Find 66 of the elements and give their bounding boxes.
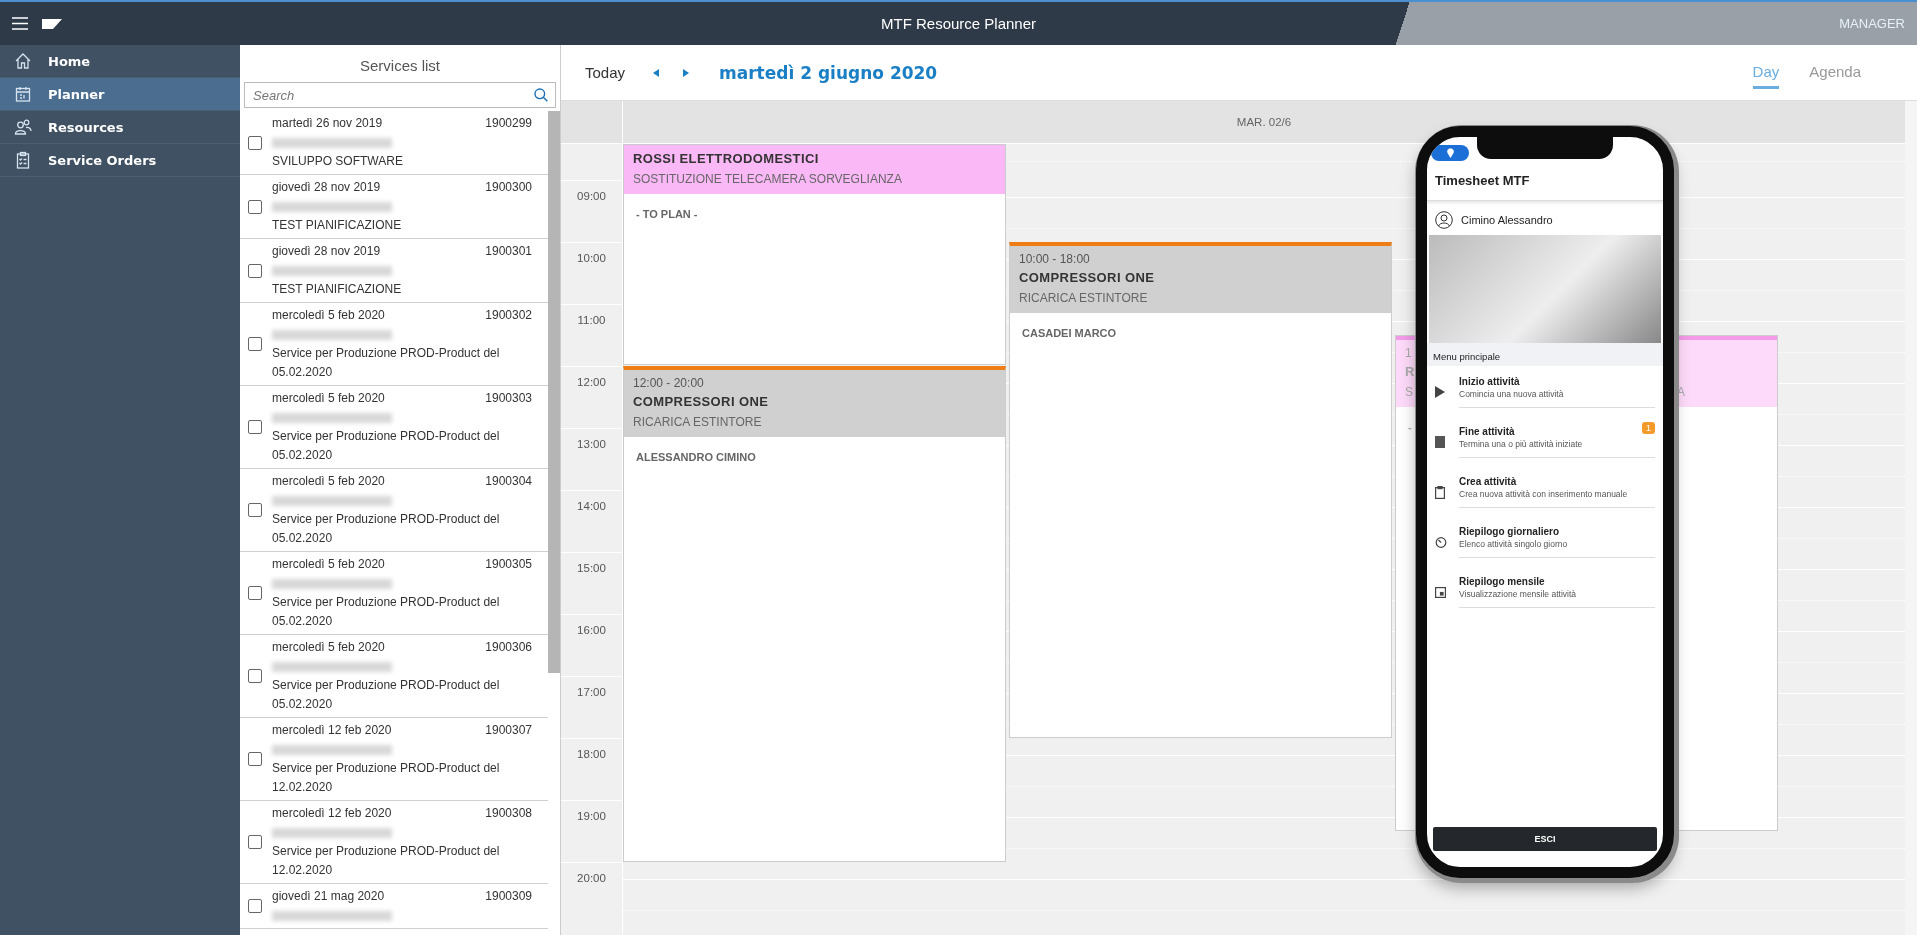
service-date: mercoledì 12 feb 2020 <box>272 805 392 822</box>
event-title: ROSSI ELETTRODOMESTICI <box>633 151 819 166</box>
service-number: 1900300 <box>485 179 532 196</box>
service-description: Service per Produzione PROD-Product del 05.02.2020 <box>272 677 501 713</box>
hour-label: 15:00 <box>577 562 606 574</box>
service-date: mercoledì 5 feb 2020 <box>272 307 385 324</box>
hour-label: 16:00 <box>577 624 606 636</box>
hour-label: 09:00 <box>577 190 606 202</box>
service-number: 1900302 <box>485 307 532 324</box>
service-number: 1900299 <box>485 115 532 132</box>
service-number: 1900309 <box>485 888 532 905</box>
service-number: 1900303 <box>485 390 532 407</box>
service-date: mercoledì 5 feb 2020 <box>272 473 385 490</box>
app-title: MTF Resource Planner <box>880 15 1037 32</box>
service-number: 1900306 <box>485 639 532 656</box>
event-assignee: ALESSANDRO CIMINO <box>636 451 756 463</box>
hour-label: 17:00 <box>577 686 606 698</box>
service-date: giovedì 21 mag 2020 <box>272 888 385 905</box>
menu-title: Menu principale <box>1433 351 1501 362</box>
service-date: martedì 26 nov 2019 <box>272 115 383 132</box>
service-number: 1900304 <box>485 473 532 490</box>
hour-label: 12:00 <box>577 376 606 388</box>
service-description: TEST PIANIFICAZIONE <box>272 281 403 298</box>
panel-title: Services list <box>360 57 440 74</box>
hour-label: 19:00 <box>577 810 606 822</box>
service-number: 1900307 <box>485 722 532 739</box>
app-title: Timesheet MTF <box>1435 173 1530 188</box>
service-description: Service per Produzione PROD-Product del 05.02.2020 <box>272 594 501 630</box>
service-date: mercoledì 5 feb 2020 <box>272 556 385 573</box>
event-time: 12:00 - 20:00 <box>633 376 704 390</box>
service-number: 1900305 <box>485 556 532 573</box>
event-title: COMPRESSORI ONE <box>1019 270 1155 285</box>
event-assignee: - TO PLAN - <box>636 208 698 220</box>
event-subtitle: RICARICA ESTINTORE <box>633 415 762 429</box>
service-date: mercoledì 12 feb 2020 <box>272 722 392 739</box>
service-number: 1900308 <box>485 805 532 822</box>
event-subtitle: RICARICA ESTINTORE <box>1019 291 1148 305</box>
service-description: SVILUPPO SOFTWARE <box>272 153 404 170</box>
service-description: Service per Produzione PROD-Product del 05.02.2020 <box>272 428 501 464</box>
service-description: Service per Produzione PROD-Product del 05.02.2020 <box>272 345 501 381</box>
service-description: Service per Produzione PROD-Product del 12.02.2020 <box>272 760 501 796</box>
event-subtitle: SOSTITUZIONE TELECAMERA SORVEGLIANZA <box>633 172 902 186</box>
event-assignee: - <box>1408 421 1412 433</box>
event-title: R <box>1405 364 1415 379</box>
hour-label: 13:00 <box>577 438 606 450</box>
count-badge: 1 <box>1642 422 1655 434</box>
service-description: Service per Produzione PROD-Product del 05.02.2020 <box>272 511 501 547</box>
hour-label: 20:00 <box>577 872 606 884</box>
user-name: Cimino Alessandro <box>1461 214 1553 226</box>
hour-label: 11:00 <box>577 314 606 326</box>
event-assignee: CASADEI MARCO <box>1022 327 1117 339</box>
event-time: 10:00 - 18:00 <box>1019 252 1090 266</box>
event-subtitle: S <box>1405 385 1413 399</box>
event-title: COMPRESSORI ONE <box>633 394 769 409</box>
hour-label: 14:00 <box>577 500 606 512</box>
service-number: 1900301 <box>485 243 532 260</box>
hour-label: 18:00 <box>577 748 606 760</box>
service-date: giovedì 28 nov 2019 <box>272 179 381 196</box>
hour-label: 10:00 <box>577 252 606 264</box>
service-description: TEST PIANIFICAZIONE <box>272 217 403 234</box>
service-date: mercoledì 5 feb 2020 <box>272 390 385 407</box>
service-date: giovedì 28 nov 2019 <box>272 243 381 260</box>
current-date: martedì 2 giugno 2020 <box>719 62 938 83</box>
service-description: Service per Produzione PROD-Product del 12.02.2020 <box>272 843 501 879</box>
service-date: mercoledì 5 feb 2020 <box>272 639 385 656</box>
event-time: 1 <box>1405 346 1412 360</box>
